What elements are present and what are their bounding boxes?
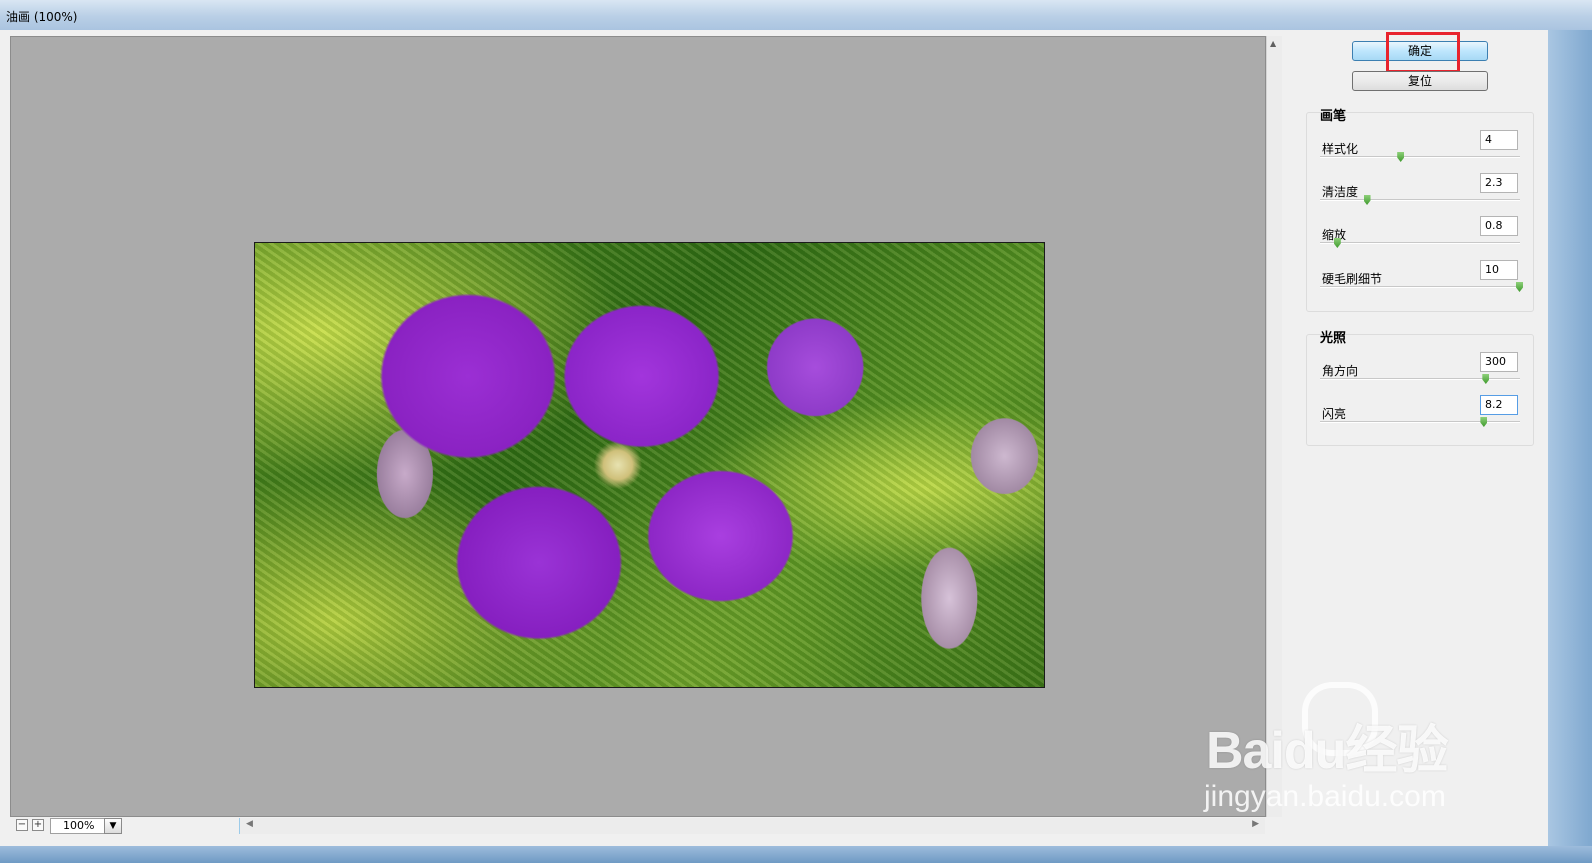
ok-button-highlight-box: [1386, 32, 1460, 73]
slider-thumb[interactable]: [1333, 238, 1341, 248]
slider-value-input[interactable]: 10: [1480, 260, 1518, 280]
slider-value-input[interactable]: 2.3: [1480, 173, 1518, 193]
scroll-left-arrow-icon[interactable]: ◀: [246, 819, 253, 829]
slider-value-input[interactable]: 4: [1480, 130, 1518, 150]
brush-group-title: 画笔: [1320, 109, 1347, 124]
slider-value-input[interactable]: 8.2: [1480, 395, 1518, 415]
zoom-out-button[interactable]: −: [16, 819, 28, 831]
window-frame-bottom: [0, 846, 1592, 863]
zoom-dropdown-arrow-icon[interactable]: ▼: [104, 818, 122, 834]
slider-label: 硬毛刷细节: [1322, 272, 1383, 286]
slider-track[interactable]: [1320, 286, 1520, 288]
slider-value-input[interactable]: 300: [1480, 352, 1518, 372]
scroll-up-arrow-icon[interactable]: ▲: [1270, 39, 1276, 48]
slider-track[interactable]: [1320, 242, 1520, 244]
preview-vertical-scrollbar[interactable]: ▲: [1266, 36, 1282, 817]
reset-button[interactable]: 复位: [1352, 71, 1488, 91]
lighting-group-title: 光照: [1320, 331, 1347, 346]
slider-track[interactable]: [1320, 378, 1520, 380]
slider-track[interactable]: [1320, 421, 1520, 423]
slider-shine[interactable]: 闪亮 8.2: [1320, 395, 1520, 445]
preview-horizontal-scrollbar[interactable]: ◀ ▶: [239, 818, 1265, 834]
scroll-right-arrow-icon[interactable]: ▶: [1252, 819, 1259, 829]
oil-painted-flower-image[interactable]: [254, 242, 1045, 688]
slider-track[interactable]: [1320, 156, 1520, 158]
window-frame-right: [1548, 30, 1592, 863]
slider-thumb[interactable]: [1480, 417, 1488, 427]
preview-area[interactable]: [10, 36, 1266, 817]
slider-label: 闪亮: [1322, 407, 1347, 421]
slider-label: 清洁度: [1322, 185, 1359, 199]
title-bar: 油画 (100%): [0, 0, 1592, 30]
window-title: 油画 (100%): [6, 10, 78, 24]
slider-thumb[interactable]: [1397, 152, 1405, 162]
slider-bristle-detail[interactable]: 硬毛刷细节 10: [1320, 260, 1523, 310]
slider-value-input[interactable]: 0.8: [1480, 216, 1518, 236]
slider-thumb[interactable]: [1482, 374, 1490, 384]
zoom-bar: − + 100% ▼ ◀ ▶: [10, 817, 1266, 835]
slider-label: 角方向: [1322, 364, 1359, 378]
slider-label: 样式化: [1322, 142, 1359, 156]
slider-track[interactable]: [1320, 199, 1520, 201]
zoom-in-button[interactable]: +: [32, 819, 44, 831]
slider-thumb[interactable]: [1363, 195, 1371, 205]
